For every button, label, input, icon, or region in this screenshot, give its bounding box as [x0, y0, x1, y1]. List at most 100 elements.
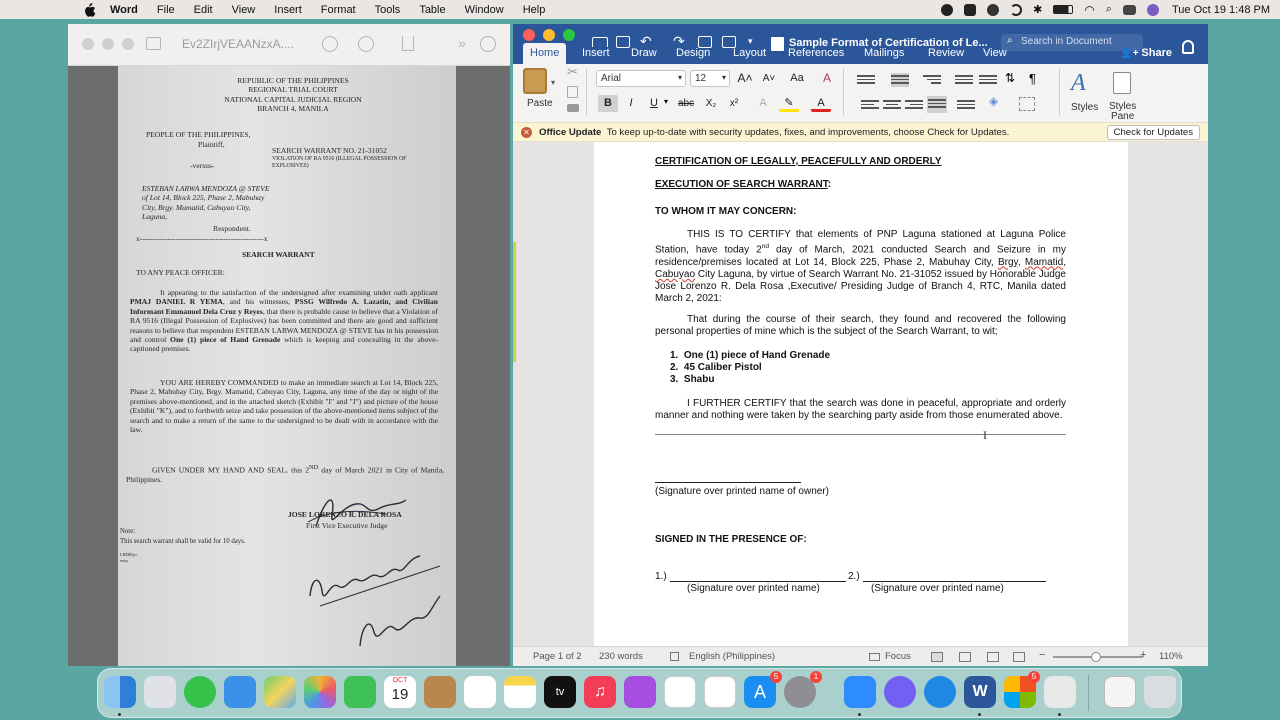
more-icon[interactable]: » — [458, 35, 466, 51]
mail-icon[interactable] — [224, 676, 256, 708]
finder-icon[interactable] — [104, 676, 136, 708]
numbers-icon[interactable] — [704, 676, 736, 708]
cut-icon[interactable]: ✂ — [567, 64, 578, 80]
tab-view[interactable]: View — [983, 47, 1007, 59]
paste-dropdown-icon[interactable]: ▾ — [551, 78, 555, 87]
bold-icon[interactable]: B — [598, 95, 618, 112]
show-formatting-marks-icon[interactable]: ¶ — [1029, 71, 1036, 86]
update-close-icon[interactable]: ✕ — [521, 127, 532, 138]
menu-window[interactable]: Window — [465, 4, 504, 16]
paste-icon[interactable] — [523, 68, 547, 94]
menu-insert[interactable]: Insert — [274, 4, 302, 16]
document-canvas[interactable]: CERTIFICATION OF LEGALLY, PEACEFULLY AND… — [513, 142, 1208, 646]
apple-tv-icon[interactable]: tv — [544, 676, 576, 708]
zoom-app-icon[interactable] — [844, 676, 876, 708]
clear-formatting-icon[interactable]: A — [817, 70, 837, 87]
align-right-icon[interactable] — [905, 98, 923, 112]
customize-toolbar-icon[interactable]: ▾ — [748, 36, 753, 47]
italic-icon[interactable]: I — [621, 95, 641, 112]
sidebar-toggle-icon[interactable] — [146, 37, 161, 50]
wifi-icon[interactable]: ◠ — [1084, 3, 1094, 17]
change-case-icon[interactable]: Aa — [787, 70, 807, 87]
bullets-icon[interactable] — [857, 73, 875, 87]
grow-font-icon[interactable]: A˄ — [735, 70, 755, 87]
zoom-out-icon[interactable] — [322, 36, 338, 52]
share-button[interactable]: 👤+ Share — [1120, 47, 1172, 59]
styles-button-label[interactable]: Styles — [1071, 102, 1098, 113]
page-count[interactable]: Page 1 of 2 — [533, 651, 582, 662]
draft-view-icon[interactable] — [1013, 652, 1025, 662]
tab-insert[interactable]: Insert — [582, 47, 610, 59]
text-effects-icon[interactable]: A — [753, 95, 773, 112]
record-icon[interactable] — [941, 3, 954, 16]
check-for-updates-button[interactable]: Check for Updates — [1106, 125, 1200, 140]
menu-file[interactable]: File — [157, 4, 175, 16]
minimize-button[interactable] — [102, 38, 114, 50]
app-status-icon[interactable] — [987, 3, 1000, 16]
account-icon[interactable] — [1182, 40, 1194, 54]
focus-icon[interactable] — [869, 653, 880, 661]
music-icon[interactable]: ♫ — [584, 676, 616, 708]
superscript-icon[interactable]: x² — [724, 95, 744, 112]
line-spacing-icon[interactable] — [957, 98, 975, 112]
siri-icon[interactable] — [1146, 3, 1159, 16]
podcasts-icon[interactable] — [624, 676, 656, 708]
tab-references[interactable]: References — [788, 47, 844, 59]
outline-view-icon[interactable] — [987, 652, 999, 662]
zoom-slider-handle[interactable] — [1091, 652, 1101, 662]
underline-icon[interactable]: U — [644, 95, 664, 112]
moon-icon[interactable] — [1010, 3, 1023, 16]
close-button[interactable] — [523, 29, 535, 41]
format-painter-icon[interactable] — [567, 104, 579, 112]
zoom-in-button[interactable]: + — [1140, 649, 1146, 661]
battery-icon[interactable] — [1053, 5, 1074, 14]
align-center-icon[interactable] — [883, 98, 901, 112]
home-icon[interactable] — [592, 37, 608, 47]
web-layout-icon[interactable] — [959, 652, 971, 662]
styles-pane-button-label[interactable]: Styles Pane — [1109, 102, 1136, 122]
launchpad-icon[interactable] — [144, 676, 176, 708]
contacts-icon[interactable] — [424, 676, 456, 708]
increase-indent-icon[interactable] — [979, 73, 997, 87]
menu-tools[interactable]: Tools — [375, 4, 401, 16]
share-icon[interactable] — [402, 36, 414, 51]
tab-review[interactable]: Review — [928, 47, 964, 59]
facetime-icon[interactable] — [344, 676, 376, 708]
clock[interactable]: Tue Oct 19 1:48 PM — [1172, 4, 1270, 16]
minimize-button[interactable] — [543, 29, 555, 41]
safari-icon[interactable] — [924, 676, 956, 708]
viber-icon[interactable] — [884, 676, 916, 708]
subscript-icon[interactable]: X₂ — [701, 95, 721, 112]
messages-icon[interactable] — [184, 676, 216, 708]
keynote-icon[interactable] — [664, 676, 696, 708]
menu-edit[interactable]: Edit — [194, 4, 213, 16]
word-count[interactable]: 230 words — [599, 651, 643, 662]
highlight-icon[interactable]: ✎ — [779, 95, 799, 112]
tab-design[interactable]: Design — [676, 47, 710, 59]
trash-icon[interactable] — [1144, 676, 1176, 708]
font-color-icon[interactable]: A — [811, 95, 831, 112]
paste-button-label[interactable]: Paste — [527, 98, 553, 109]
strikethrough-icon[interactable]: abc — [676, 95, 696, 112]
preview-app-icon[interactable] — [1044, 676, 1076, 708]
maps-icon[interactable] — [264, 676, 296, 708]
menu-format[interactable]: Format — [321, 4, 356, 16]
shading-icon[interactable]: ◈ — [989, 94, 998, 108]
copy-icon[interactable] — [567, 86, 578, 98]
tab-mailings[interactable]: Mailings — [864, 47, 904, 59]
font-name-box[interactable]: Arial ▾ — [596, 70, 686, 87]
zoom-button[interactable] — [122, 38, 134, 50]
control-center-icon[interactable] — [1122, 4, 1136, 15]
styles-pane-icon[interactable] — [1113, 72, 1131, 94]
close-button[interactable] — [82, 38, 94, 50]
zoom-out-button[interactable]: − — [1039, 649, 1045, 661]
focus-button[interactable]: Focus — [885, 651, 911, 662]
align-left-icon[interactable] — [861, 98, 879, 112]
font-size-box[interactable]: 12 ▾ — [690, 70, 730, 87]
zoom-in-icon[interactable] — [358, 36, 374, 52]
microsoft-word-icon[interactable]: W — [964, 676, 996, 708]
menu-table[interactable]: Table — [419, 4, 445, 16]
notes-icon[interactable] — [504, 676, 536, 708]
multilevel-list-icon[interactable] — [923, 73, 941, 87]
decrease-indent-icon[interactable] — [955, 73, 973, 87]
